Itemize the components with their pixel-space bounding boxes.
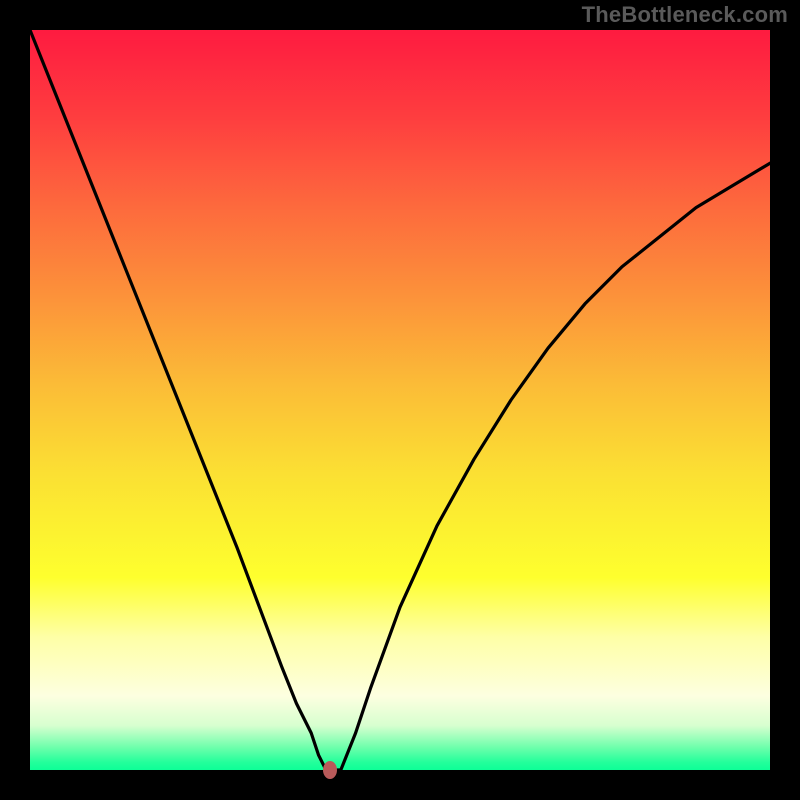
watermark-text: TheBottleneck.com (582, 2, 788, 28)
chart-frame: TheBottleneck.com (0, 0, 800, 800)
bottleneck-curve-path (30, 30, 770, 770)
optimal-point-marker (323, 761, 337, 779)
bottleneck-curve-svg (30, 30, 770, 770)
